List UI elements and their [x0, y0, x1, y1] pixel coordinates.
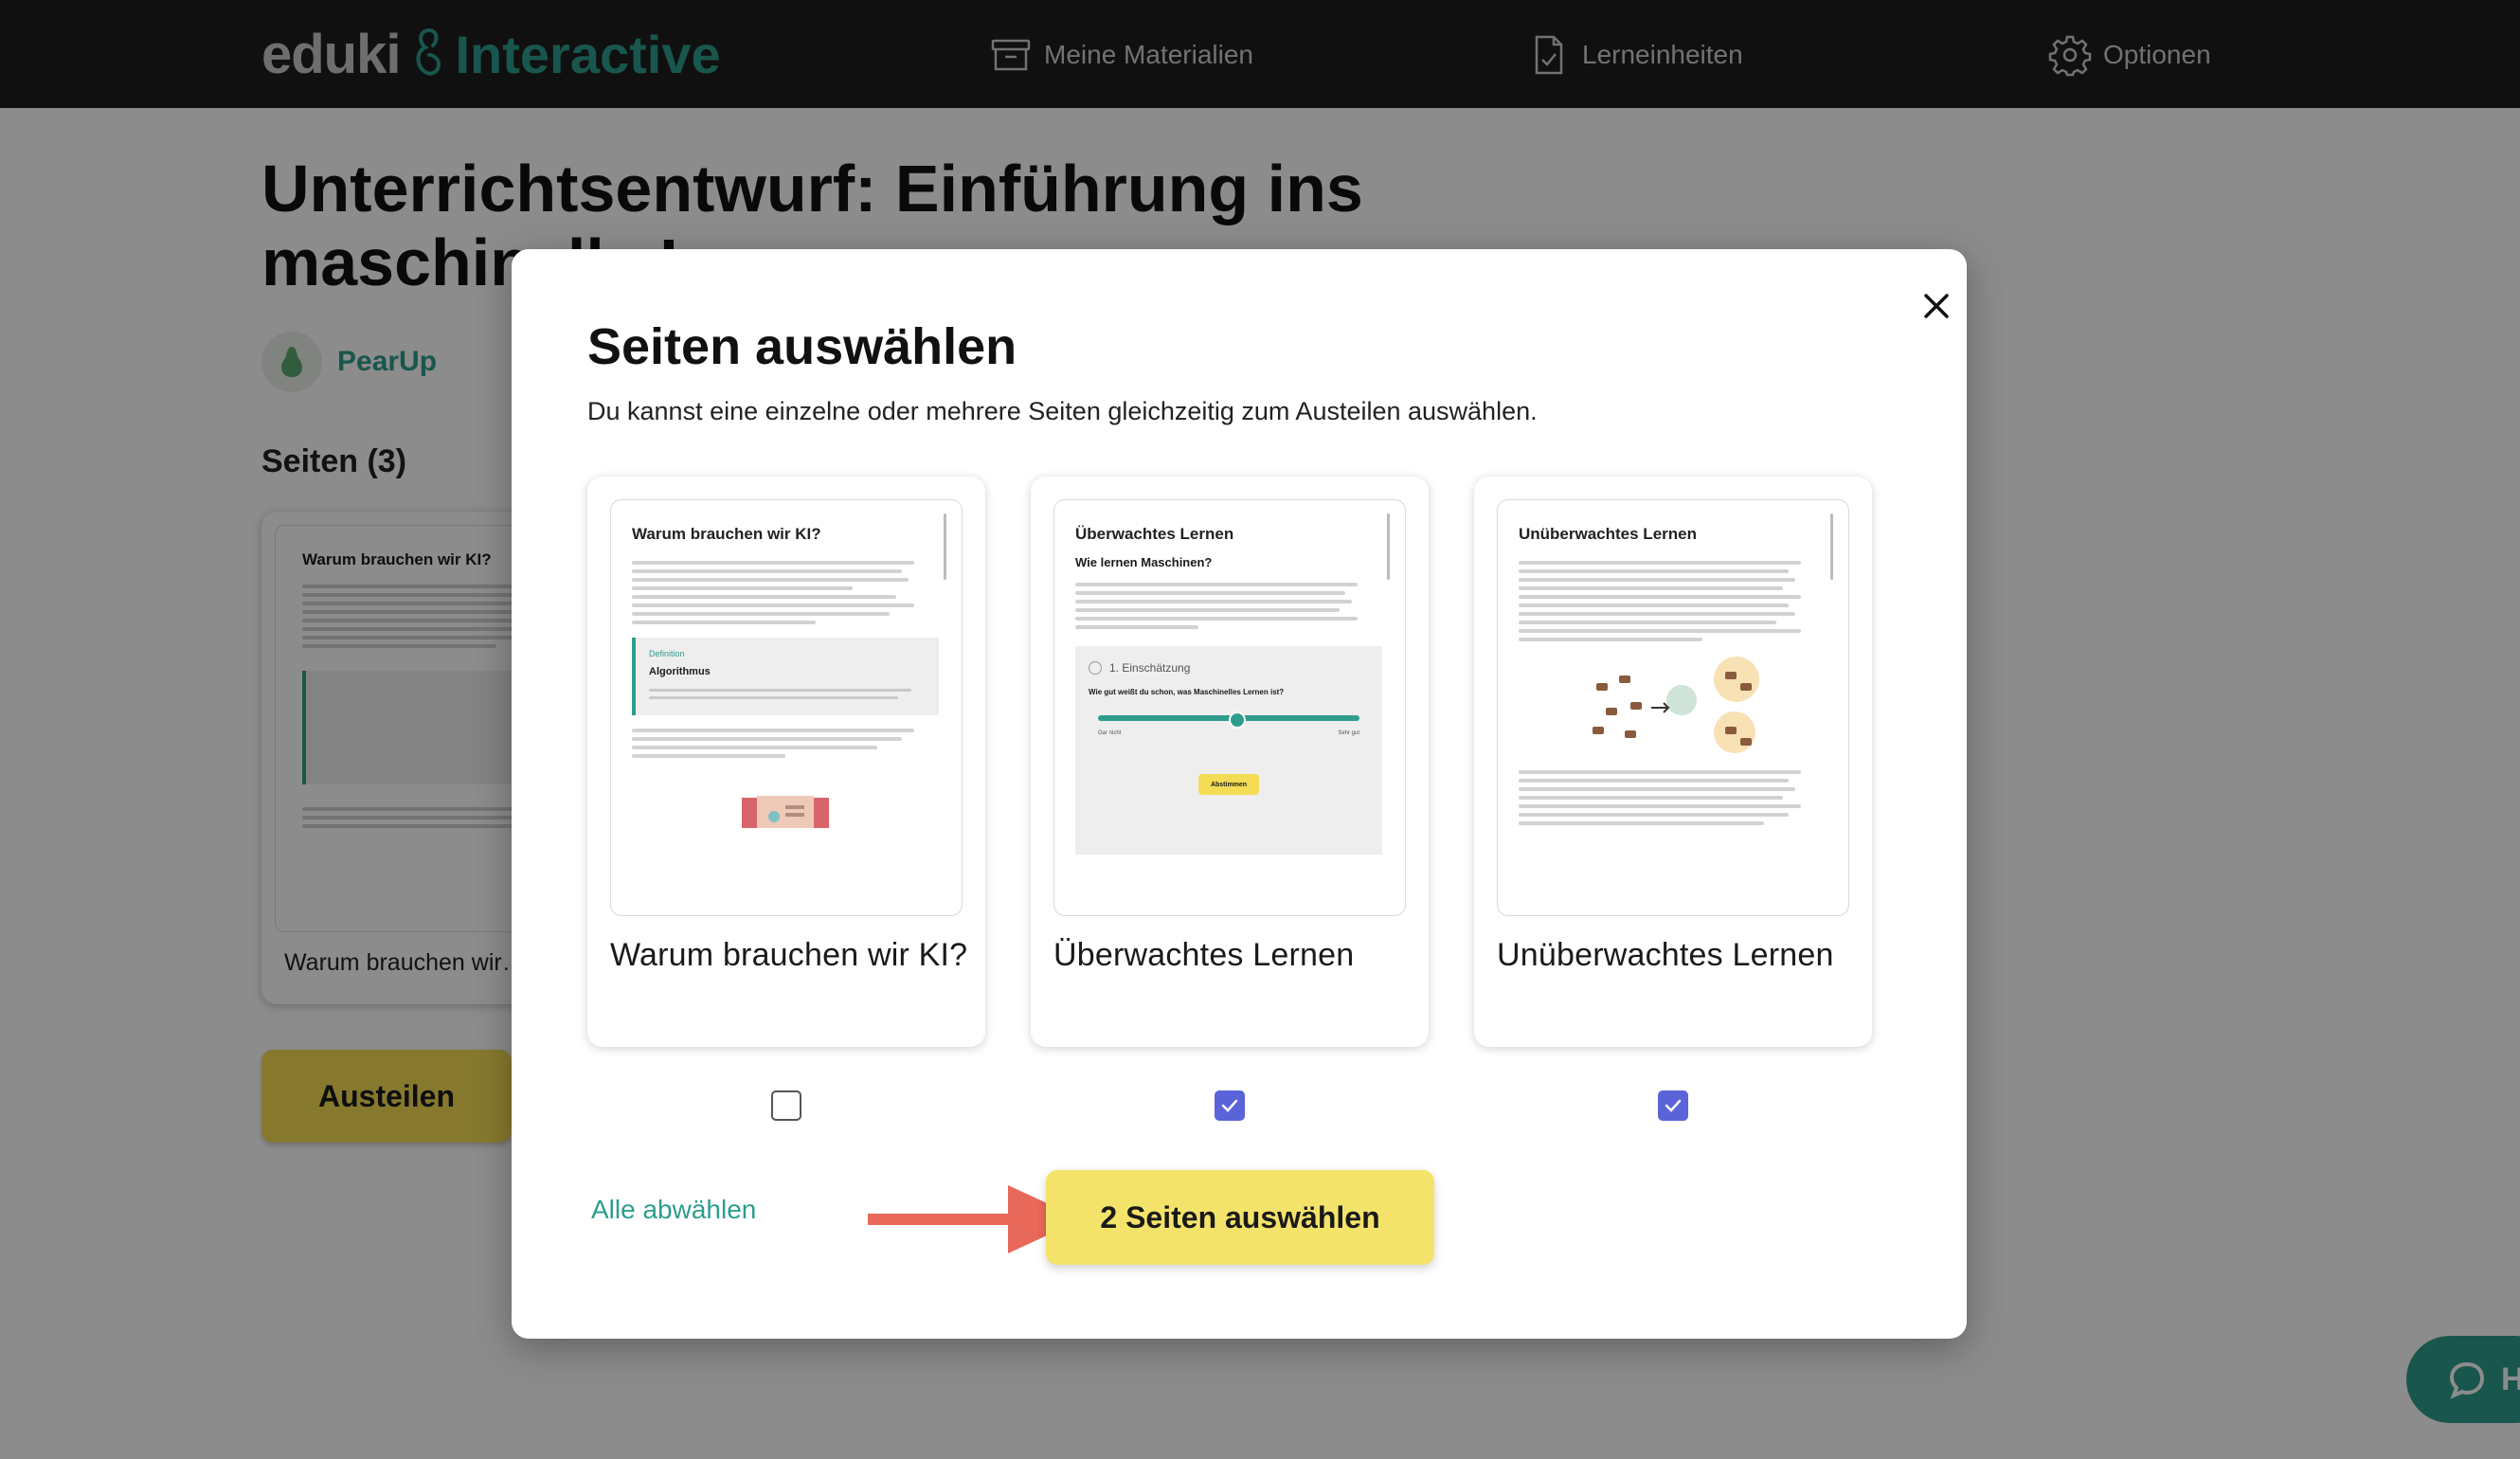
- quiz-box: 1. Einschätzung Wie gut weißt du schon, …: [1075, 646, 1382, 855]
- illustration-icon: [742, 796, 829, 828]
- dialog-description: Du kannst eine einzelne oder mehrere Sei…: [587, 397, 1538, 425]
- thumbnail-title: Unüberwachtes Lernen: [1519, 525, 1697, 543]
- page-card-title: Warum brauchen wir KI?: [610, 937, 968, 973]
- page-card-ueberwachtes-lernen[interactable]: Überwachtes Lernen Wie lernen Maschinen?…: [1031, 477, 1429, 1047]
- slider-max-label: Sehr gut: [1338, 730, 1359, 736]
- checkmark-icon: [1665, 1099, 1682, 1112]
- close-button[interactable]: [1906, 276, 1967, 336]
- quiz-heading: 1. Einschätzung: [1089, 661, 1369, 675]
- definition-title: Algorithmus: [649, 666, 711, 677]
- page-checkbox-unueberwachtes-lernen[interactable]: [1658, 1090, 1688, 1121]
- page-card-title: Überwachtes Lernen: [1053, 937, 1355, 973]
- quiz-heading-label: 1. Einschätzung: [1109, 661, 1191, 675]
- vote-button-preview: Abstimmen: [1198, 774, 1259, 795]
- select-pages-button[interactable]: 2 Seiten auswählen: [1046, 1170, 1434, 1265]
- rating-slider: [1098, 711, 1359, 729]
- page-checkbox-warum-ki[interactable]: [771, 1090, 801, 1121]
- page-thumbnail: Überwachtes Lernen Wie lernen Maschinen?…: [1053, 499, 1406, 916]
- quiz-question: Wie gut weißt du schon, was Maschinelles…: [1089, 688, 1285, 696]
- checkmark-icon: [1221, 1099, 1238, 1112]
- page-thumbnail: Unüberwachtes Lernen: [1497, 499, 1849, 916]
- close-icon: [1924, 294, 1949, 318]
- deselect-all-link[interactable]: Alle abwählen: [591, 1195, 756, 1225]
- page-thumbnail: Warum brauchen wir KI? Definition Algori…: [610, 499, 963, 916]
- definition-box: Definition Algorithmus: [632, 638, 939, 715]
- thumbnail-title: Überwachtes Lernen: [1075, 525, 1234, 543]
- page-card-title: Unüberwachtes Lernen: [1497, 937, 1834, 973]
- definition-label: Definition: [649, 649, 685, 658]
- page-checkbox-ueberwachtes-lernen[interactable]: [1215, 1090, 1245, 1121]
- dialog-title: Seiten auswählen: [587, 318, 1017, 375]
- select-pages-dialog: Seiten auswählen Du kannst eine einzelne…: [512, 249, 1967, 1339]
- check-circle-icon: [1089, 661, 1102, 675]
- page-card-warum-ki[interactable]: Warum brauchen wir KI? Definition Algori…: [587, 477, 985, 1047]
- page-card-unueberwachtes-lernen[interactable]: Unüberwachtes Lernen Unüberwachtes Lerne…: [1474, 477, 1872, 1047]
- slider-labels: Gar nicht Sehr gut: [1098, 730, 1359, 736]
- slider-min-label: Gar nicht: [1098, 730, 1122, 736]
- thumbnail-title: Warum brauchen wir KI?: [632, 525, 821, 543]
- clustering-illustration-icon: [1593, 657, 1759, 753]
- thumbnail-subtitle: Wie lernen Maschinen?: [1075, 555, 1213, 569]
